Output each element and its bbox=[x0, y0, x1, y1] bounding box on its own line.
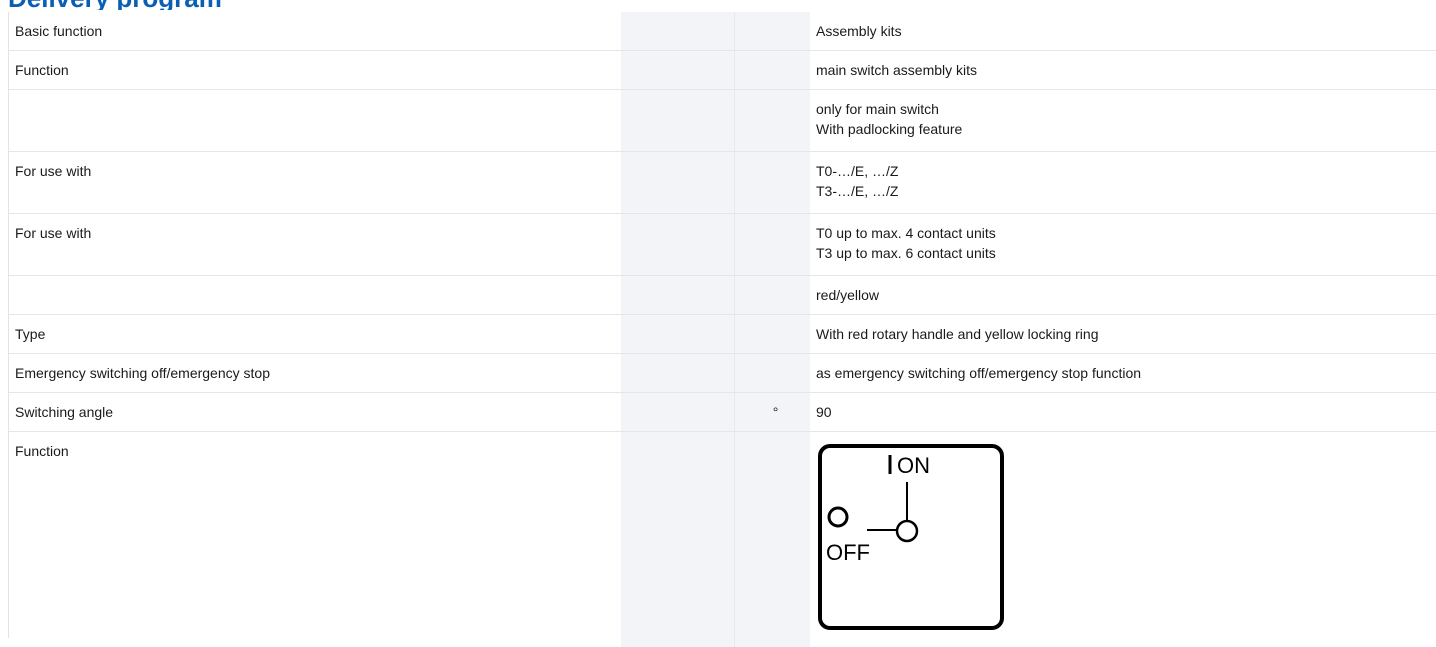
row-label: Emergency switching off/emergency stop bbox=[15, 365, 270, 381]
row-empty-cell bbox=[621, 152, 735, 213]
page-title: Delivery program bbox=[0, 0, 408, 10]
table-row: For use with T0-…/E, …/Z T3-…/E, …/Z bbox=[9, 152, 1436, 214]
row-label: Basic function bbox=[15, 23, 103, 39]
table-row: Type With red rotary handle and yellow l… bbox=[9, 315, 1436, 354]
row-unit bbox=[735, 354, 810, 392]
table-row: Function main switch assembly kits bbox=[9, 51, 1436, 90]
row-empty-cell bbox=[621, 276, 735, 314]
table-row: red/yellow bbox=[9, 276, 1436, 315]
on-label: ON bbox=[897, 453, 930, 478]
row-unit bbox=[735, 214, 810, 275]
row-empty-cell bbox=[621, 51, 735, 89]
row-label: For use with bbox=[15, 163, 92, 179]
row-label: For use with bbox=[15, 225, 92, 241]
row-unit bbox=[735, 276, 810, 314]
row-value: ON OFF bbox=[810, 432, 1436, 647]
table-row: Function ON OFF bbox=[9, 432, 1436, 647]
table-row: Basic function Assembly kits bbox=[9, 12, 1436, 51]
row-unit bbox=[735, 152, 810, 213]
row-empty-cell bbox=[621, 354, 735, 392]
row-empty-cell bbox=[621, 90, 735, 151]
row-unit bbox=[735, 432, 810, 647]
row-unit bbox=[735, 51, 810, 89]
spec-table: Basic function Assembly kits Function ma… bbox=[8, 12, 1436, 647]
row-label bbox=[9, 90, 621, 151]
row-unit bbox=[735, 12, 810, 50]
row-value: With red rotary handle and yellow lockin… bbox=[816, 326, 1099, 342]
row-unit bbox=[735, 90, 810, 151]
row-value: 90 bbox=[816, 404, 832, 420]
row-value: main switch assembly kits bbox=[816, 62, 978, 78]
row-label: Function bbox=[15, 443, 69, 459]
row-label: Function bbox=[15, 62, 69, 78]
row-unit: ° bbox=[735, 393, 810, 431]
row-label: Type bbox=[15, 326, 46, 342]
row-empty-cell bbox=[621, 315, 735, 353]
row-value: Assembly kits bbox=[816, 23, 902, 39]
table-row: Switching angle ° 90 bbox=[9, 393, 1436, 432]
row-empty-cell bbox=[621, 393, 735, 431]
row-value: T0-…/E, …/Z T3-…/E, …/Z bbox=[816, 163, 899, 199]
row-label bbox=[9, 276, 621, 314]
row-empty-cell bbox=[621, 12, 735, 50]
table-row: only for main switch With padlocking feat… bbox=[9, 90, 1436, 152]
table-row: Emergency switching off/emergency stop a… bbox=[9, 354, 1436, 393]
row-value: as emergency switching off/emergency sto… bbox=[816, 365, 1142, 381]
row-empty-cell bbox=[621, 432, 735, 647]
table-row: For use with T0 up to max. 4 contact uni… bbox=[9, 214, 1436, 276]
off-position-circle bbox=[827, 506, 849, 528]
row-empty-cell bbox=[621, 214, 735, 275]
row-value: red/yellow bbox=[816, 287, 880, 303]
switch-function-diagram: ON OFF bbox=[818, 444, 1004, 630]
row-value: T0 up to max. 4 contact units T3 up to ma… bbox=[816, 225, 996, 261]
pivot-circle bbox=[895, 519, 919, 543]
row-label: Switching angle bbox=[15, 404, 114, 420]
row-unit bbox=[735, 315, 810, 353]
off-label: OFF bbox=[826, 540, 870, 565]
row-value: only for main switch With padlocking feat… bbox=[816, 101, 963, 137]
